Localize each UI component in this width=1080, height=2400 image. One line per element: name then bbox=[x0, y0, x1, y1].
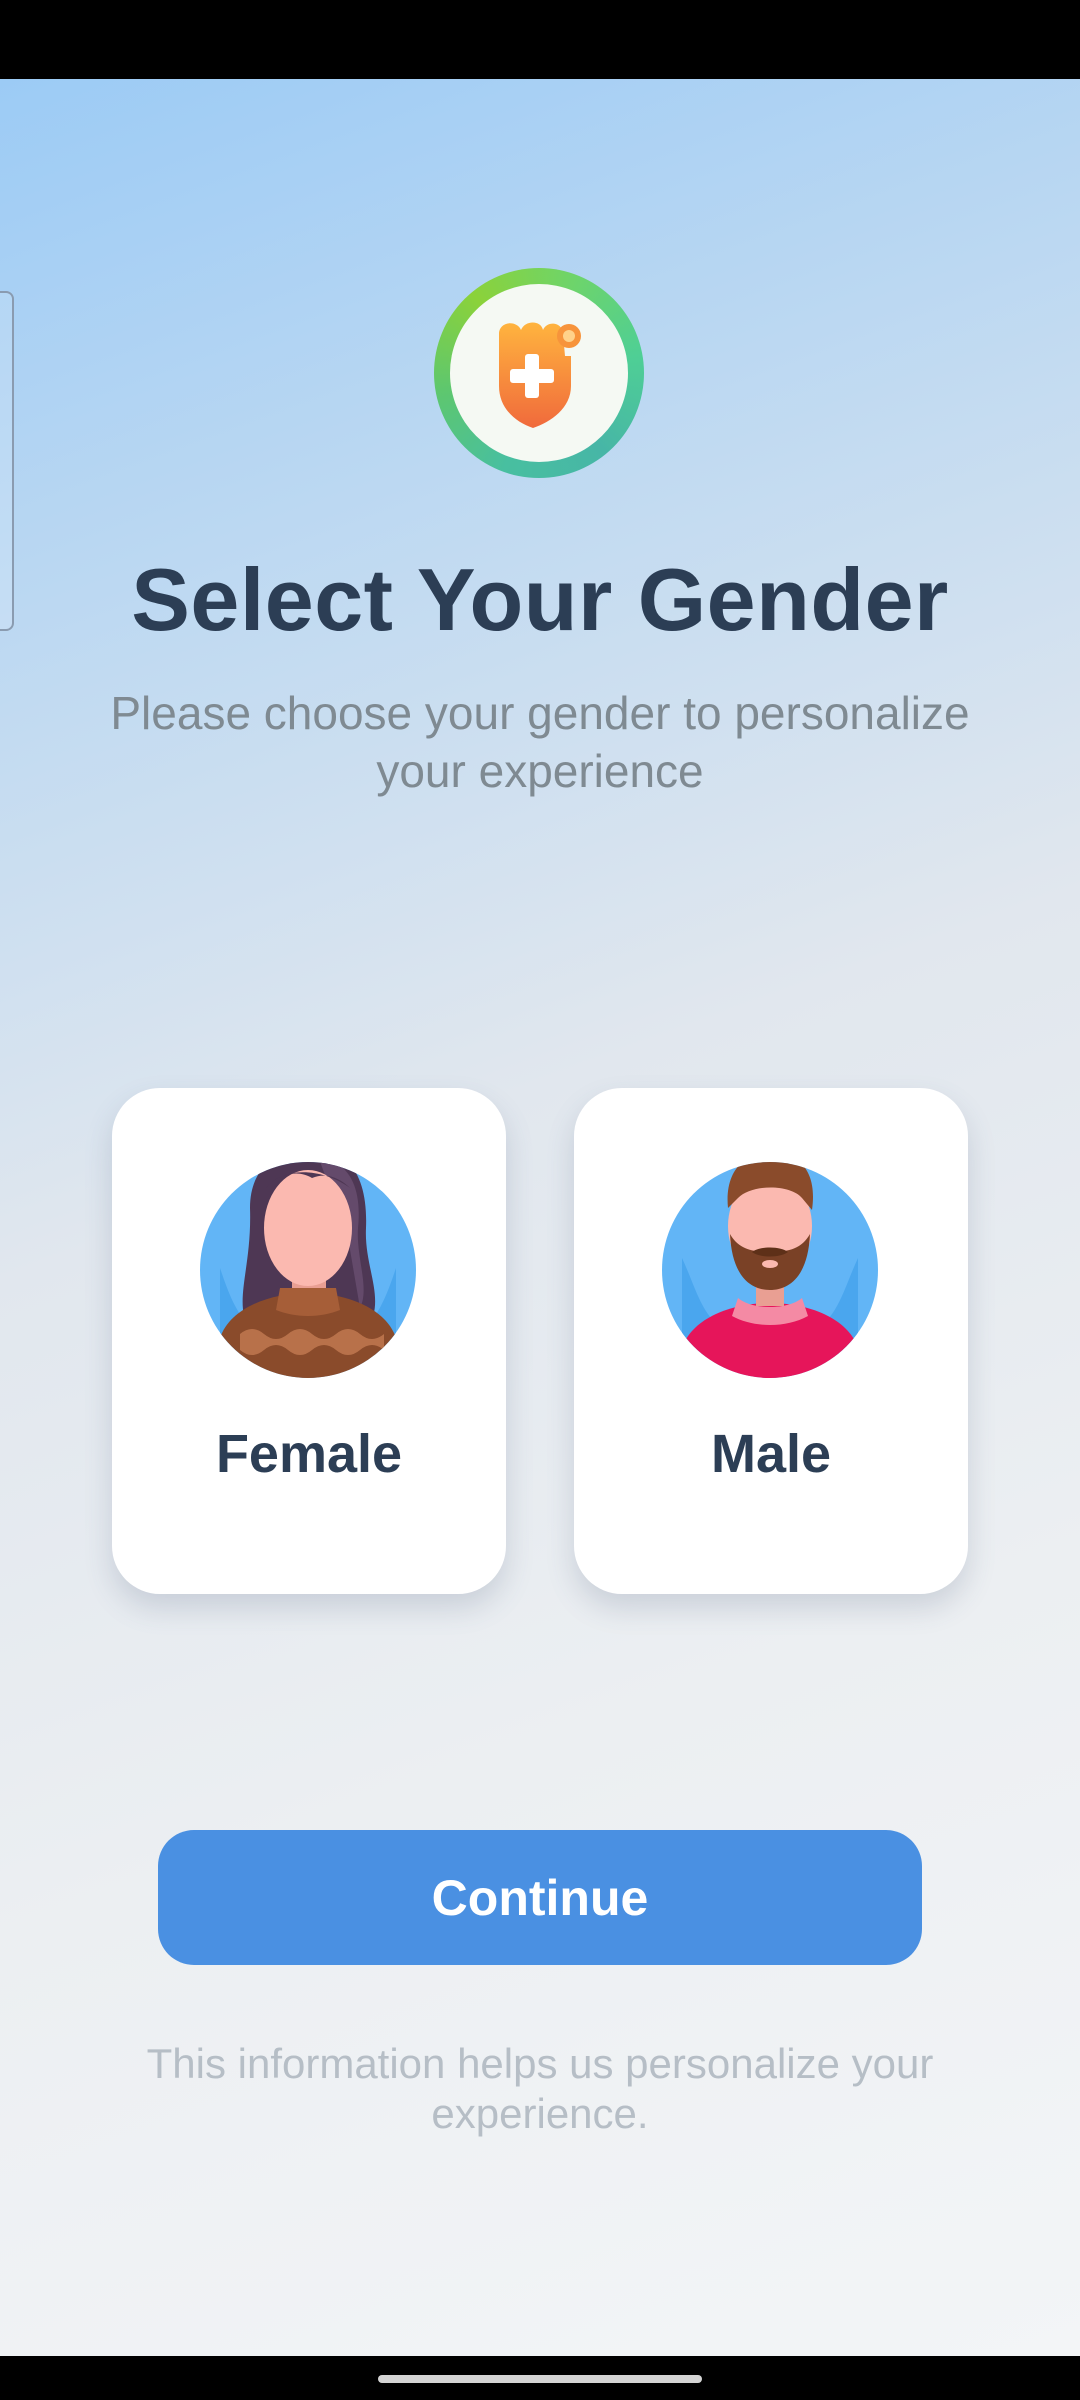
page-title: Select Your Gender bbox=[131, 550, 949, 649]
gender-selection-screen: Select Your Gender Please choose your ge… bbox=[0, 79, 1080, 2356]
privacy-footnote: This information helps us personalize yo… bbox=[146, 2040, 934, 2137]
female-option-label: Female bbox=[215, 1424, 403, 1484]
health-shield-heart-icon bbox=[499, 322, 581, 428]
page-subtitle: Please choose your gender to personalize… bbox=[110, 687, 970, 797]
app-logo bbox=[434, 268, 644, 478]
male-option-label: Male bbox=[710, 1424, 832, 1484]
app-logo-inner bbox=[450, 284, 628, 462]
navigation-bar bbox=[0, 2356, 1080, 2400]
female-avatar-icon bbox=[200, 1148, 416, 1378]
female-option-card[interactable]: Female bbox=[112, 1088, 506, 1594]
status-bar bbox=[0, 0, 1080, 79]
male-option-card[interactable]: Male bbox=[574, 1088, 968, 1594]
continue-button[interactable]: Continue bbox=[158, 1830, 922, 1965]
male-avatar-icon bbox=[662, 1148, 878, 1378]
home-indicator[interactable] bbox=[378, 2375, 702, 2383]
